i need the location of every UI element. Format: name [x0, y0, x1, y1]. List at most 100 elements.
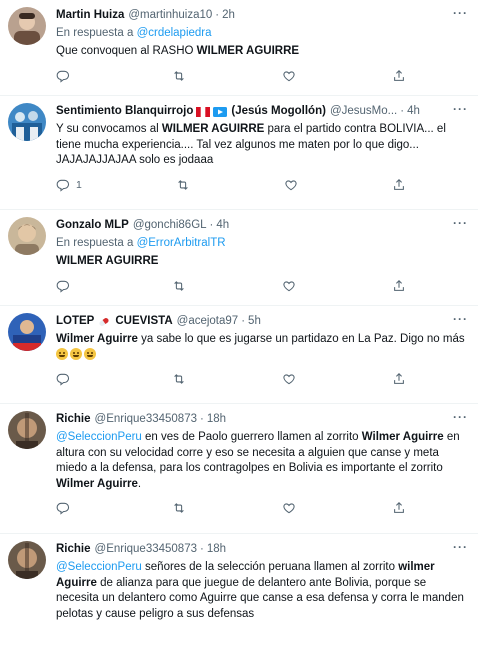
tweet-text: @SeleccionPeru en ves de Paolo guerrero … [56, 430, 468, 492]
avatar[interactable] [8, 541, 46, 579]
tweet-header: Gonzalo MLP @gonchi86GL · 4h [56, 218, 468, 233]
author-handle[interactable]: @JesusMo... [330, 104, 397, 119]
reply-icon [56, 501, 70, 515]
more-icon[interactable]: ··· [453, 216, 468, 230]
author-name[interactable]: LOTEP [56, 314, 94, 329]
retweet-button[interactable] [172, 69, 186, 83]
tweet-actions [56, 279, 406, 304]
text-part: en ves de Paolo guerrero llamen al zorri… [141, 431, 362, 443]
like-button[interactable] [282, 279, 296, 293]
text-part: de alianza para que juegue de delantero … [56, 576, 464, 620]
tweet-actions [56, 372, 406, 397]
tweet-text: Y su convocamos al WILMER AGUIRRE para e… [56, 122, 468, 169]
retweet-icon [176, 178, 190, 192]
author-name[interactable]: Gonzalo MLP [56, 218, 129, 233]
like-button[interactable] [282, 69, 296, 83]
share-icon [392, 501, 406, 515]
separator: · [200, 413, 204, 425]
author-name-suffix[interactable]: CUEVISTA [115, 314, 172, 329]
text-part: . [137, 477, 142, 490]
reply-to-link[interactable]: @crdelapiedra [137, 27, 212, 39]
tweet[interactable]: LOTEP CUEVISTA @acejota97 · 5h Wilmer Ag… [0, 306, 478, 404]
retweet-button[interactable] [172, 501, 186, 515]
tweet-text: WILMER AGUIRRE [56, 254, 468, 270]
avatar[interactable] [8, 103, 46, 141]
avatar[interactable] [8, 217, 46, 255]
avatar[interactable] [8, 7, 46, 45]
more-icon[interactable]: ··· [453, 410, 468, 424]
peru-flag-icon [196, 106, 211, 117]
reply-prefix: En respuesta a [56, 237, 134, 249]
reply-button[interactable] [56, 69, 76, 83]
tweet-header: Martin Huiza @martinhuiza10 · 2h [56, 8, 468, 23]
author-name[interactable]: Sentimiento Blanquirrojo [56, 104, 193, 119]
retweet-icon [172, 501, 186, 515]
tweet[interactable]: Martin Huiza @martinhuiza10 · 2h En resp… [0, 0, 478, 96]
retweet-icon [172, 279, 186, 293]
avatar[interactable] [8, 313, 46, 351]
reply-context: En respuesta a @ErrorArbitralTR [56, 236, 468, 251]
tweet[interactable]: Gonzalo MLP @gonchi86GL · 4h En respuest… [0, 210, 478, 306]
share-button[interactable] [392, 69, 406, 83]
tweet-text: Wilmer Aguirre ya sabe lo que es jugarse… [56, 332, 468, 363]
timestamp[interactable]: 4h [216, 218, 229, 233]
share-button[interactable] [392, 372, 406, 386]
avatar[interactable] [8, 411, 46, 449]
tweet[interactable]: Richie @Enrique33450873 · 18h @Seleccion… [0, 534, 478, 668]
separator: · [209, 219, 214, 231]
like-icon [282, 372, 296, 386]
tweet-text: Que convoquen al RASHO WILMER AGUIRRE [56, 44, 468, 60]
timestamp[interactable]: 5h [248, 314, 261, 329]
text-part: Que convoquen al RASHO [56, 45, 197, 57]
author-handle[interactable]: @acejota97 [177, 314, 239, 329]
author-handle[interactable]: @Enrique33450873 [95, 412, 197, 427]
share-icon [392, 178, 406, 192]
reply-icon [56, 372, 70, 386]
author-handle[interactable]: @martinhuiza10 [128, 8, 212, 23]
mention-link[interactable]: @SeleccionPeru [56, 431, 142, 443]
more-icon[interactable]: ··· [453, 312, 468, 326]
reply-button[interactable] [56, 372, 76, 386]
tweet[interactable]: Richie @Enrique33450873 · 18h @Seleccion… [0, 404, 478, 534]
reply-prefix: En respuesta a [56, 27, 134, 39]
like-button[interactable] [284, 178, 298, 192]
text-bold: Wilmer Aguirre [56, 333, 138, 345]
author-name[interactable]: Martin Huiza [56, 8, 124, 23]
retweet-button[interactable] [176, 178, 190, 192]
timestamp[interactable]: 4h [407, 104, 420, 119]
author-name[interactable]: Richie [56, 412, 91, 427]
text-bold: WILMER AGUIRRE [196, 45, 300, 57]
share-button[interactable] [392, 279, 406, 293]
reply-to-link[interactable]: @ErrorArbitralTR [137, 237, 226, 249]
more-icon[interactable]: ··· [453, 102, 468, 116]
like-button[interactable] [282, 372, 296, 386]
reply-button[interactable] [56, 501, 76, 515]
retweet-icon [172, 372, 186, 386]
retweet-button[interactable] [172, 372, 186, 386]
text-bold: Wilmer Aguirre [56, 477, 138, 490]
share-button[interactable] [392, 178, 406, 192]
author-name-suffix[interactable]: (Jesús Mogollón) [231, 104, 326, 119]
like-icon [282, 69, 296, 83]
retweet-button[interactable] [172, 279, 186, 293]
like-icon [284, 178, 298, 192]
timestamp[interactable]: 2h [222, 8, 235, 23]
tweet[interactable]: Sentimiento Blanquirrojo (Jesús Mogollón… [0, 96, 478, 210]
timestamp[interactable]: 18h [207, 412, 226, 427]
share-button[interactable] [392, 501, 406, 515]
author-name[interactable]: Richie [56, 542, 91, 557]
author-handle[interactable]: @Enrique33450873 [95, 542, 197, 557]
reply-button[interactable] [56, 279, 76, 293]
separator: · [200, 543, 204, 555]
text-part: ya sabe lo que es jugarse un partidazo e… [137, 333, 465, 345]
tweet-header: Richie @Enrique33450873 · 18h [56, 412, 468, 427]
author-handle[interactable]: @gonchi86GL [133, 218, 207, 233]
reply-button[interactable]: 1 [56, 178, 82, 192]
text-part: señores de la selección peruana llamen a… [141, 561, 399, 573]
play-icon [213, 106, 228, 117]
more-icon[interactable]: ··· [453, 6, 468, 20]
mention-link[interactable]: @SeleccionPeru [56, 561, 142, 573]
more-icon[interactable]: ··· [453, 540, 468, 554]
timestamp[interactable]: 18h [207, 542, 226, 557]
like-button[interactable] [282, 501, 296, 515]
